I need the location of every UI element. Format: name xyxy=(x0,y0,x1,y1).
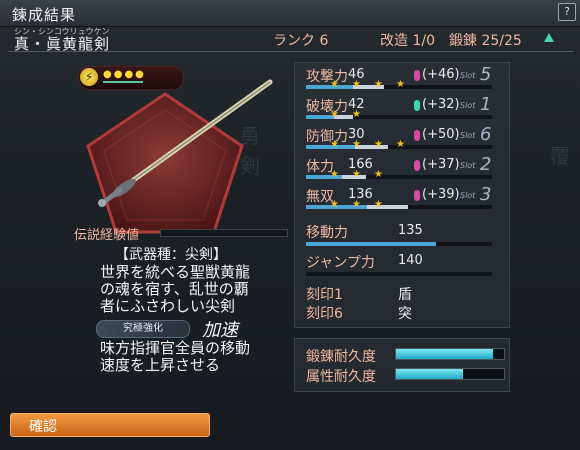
stat-bar: ★ ★ ★ xyxy=(306,199,492,210)
stat-bar: ★ ★ ★ ★ xyxy=(306,139,492,150)
star-icon: ★ xyxy=(330,139,339,150)
star-icon: ★ xyxy=(374,79,383,90)
star-icon: ★ xyxy=(396,79,405,90)
stat-row: 防御力 30 (+50) Slot 6 ★ ★ ★ ★ xyxy=(296,124,506,152)
stat-bonus: (+39) xyxy=(422,187,460,202)
gem-icon xyxy=(414,190,420,201)
background-ghost-icon: 覆 xyxy=(550,144,570,168)
star-icon: ★ xyxy=(330,199,339,210)
weapon-category: 【武器種：尖剣】 xyxy=(115,247,227,263)
slot-number: 1 xyxy=(480,94,492,115)
legend-exp-bar xyxy=(160,229,288,237)
gem-icon xyxy=(414,100,420,111)
stat-name: 攻撃力 xyxy=(306,69,348,85)
slot-label: Slot xyxy=(460,71,476,80)
header-divider xyxy=(8,51,573,52)
move-value: 135 xyxy=(398,223,423,238)
forge-durability-bar xyxy=(395,348,505,360)
jump-value: 140 xyxy=(398,253,423,268)
confirm-button[interactable]: 確認 xyxy=(10,413,210,437)
star-icon: ★ xyxy=(330,109,339,120)
kaizo-label: 改造 1/0 xyxy=(380,33,435,49)
star-icon: ★ xyxy=(352,199,361,210)
star-icon: ★ xyxy=(374,139,383,150)
lightning-icon: ⚡ xyxy=(80,68,98,86)
jump-label: ジャンプ力 xyxy=(306,255,375,271)
sword-image xyxy=(98,79,273,207)
attr-durability-bar xyxy=(395,368,505,380)
seal6-label: 刻印6 xyxy=(306,306,343,322)
move-bar xyxy=(306,242,492,246)
star-icon: ★ xyxy=(352,109,361,120)
slot-number: 3 xyxy=(480,184,492,205)
star-icon: ★ xyxy=(352,139,361,150)
forge-result-window: 鍊成結果 ? シン・シンコウリュウケン 真・眞黄龍剣 ランク 6 改造 1/0 … xyxy=(0,0,580,450)
slot-label: Slot xyxy=(460,161,476,170)
stat-row: 破壊力 42 (+32) Slot 1 ★ ★ xyxy=(296,94,506,122)
skill-description: 味方指揮官全員の移動 速度を上昇させる xyxy=(100,339,251,374)
star-icon: ★ xyxy=(374,169,383,180)
star-icon: ★ xyxy=(396,139,405,150)
move-label: 移動力 xyxy=(306,225,348,241)
stat-bonus: (+50) xyxy=(422,127,460,142)
slot-number: 2 xyxy=(480,154,492,175)
slot-label: Slot xyxy=(460,101,476,110)
star-icon: ★ xyxy=(330,169,339,180)
stat-row: 無双 136 (+39) Slot 3 ★ ★ ★ xyxy=(296,184,506,212)
stat-row: 体力 166 (+37) Slot 2 ★ ★ ★ xyxy=(296,154,506,182)
jump-bar xyxy=(306,272,492,276)
legend-exp-label: 伝説経験値 xyxy=(74,228,140,243)
stat-bar: ★ ★ xyxy=(306,109,492,120)
slot-number: 6 xyxy=(480,124,492,145)
stat-bonus: (+46) xyxy=(422,67,460,82)
confirm-button-label: 確認 xyxy=(29,419,57,435)
gem-icon xyxy=(414,160,420,171)
seal1-value: 盾 xyxy=(398,287,412,303)
window-title: 鍊成結果 xyxy=(12,6,77,24)
star-icon: ★ xyxy=(374,199,383,210)
title-bar: 鍊成結果 ? xyxy=(0,0,580,27)
star-icon: ★ xyxy=(352,79,361,90)
stat-name: 破壊力 xyxy=(306,99,348,115)
skill-tag: 究極強化 xyxy=(96,320,190,338)
weapon-description: 世界を統べる聖獣黄龍 の魂を宿す、乱世の覇 者にふさわしい尖剣 xyxy=(100,263,251,315)
slot-label: Slot xyxy=(460,191,476,200)
tanren-label: 鍛錬 25/25 xyxy=(449,33,522,49)
help-button[interactable]: ? xyxy=(558,3,576,21)
stat-bonus: (+37) xyxy=(422,157,460,172)
level-dots: ●●●● xyxy=(103,69,146,80)
slot-number: 5 xyxy=(480,64,492,85)
stat-bar: ★ ★ ★ xyxy=(306,169,492,180)
gem-icon xyxy=(414,130,420,141)
stat-bar: ★ ★ ★ ★ xyxy=(306,79,492,90)
gem-icon xyxy=(414,70,420,81)
upgrade-arrow-icon xyxy=(544,33,554,42)
stat-row: 攻撃力 46 (+46) Slot 5 ★ ★ ★ ★ xyxy=(296,64,506,92)
forge-durability-label: 鍛錬耐久度 xyxy=(306,349,376,365)
rank-label: ランク 6 xyxy=(273,33,329,49)
level-gauge xyxy=(103,81,143,83)
attr-durability-label: 属性耐久度 xyxy=(306,369,376,385)
star-icon: ★ xyxy=(330,79,339,90)
seal6-value: 突 xyxy=(398,306,412,322)
star-icon: ★ xyxy=(352,169,361,180)
stat-bonus: (+32) xyxy=(422,97,460,112)
slot-label: Slot xyxy=(460,131,476,140)
stat-name: 防御力 xyxy=(306,129,348,145)
seal1-label: 刻印1 xyxy=(306,287,343,303)
